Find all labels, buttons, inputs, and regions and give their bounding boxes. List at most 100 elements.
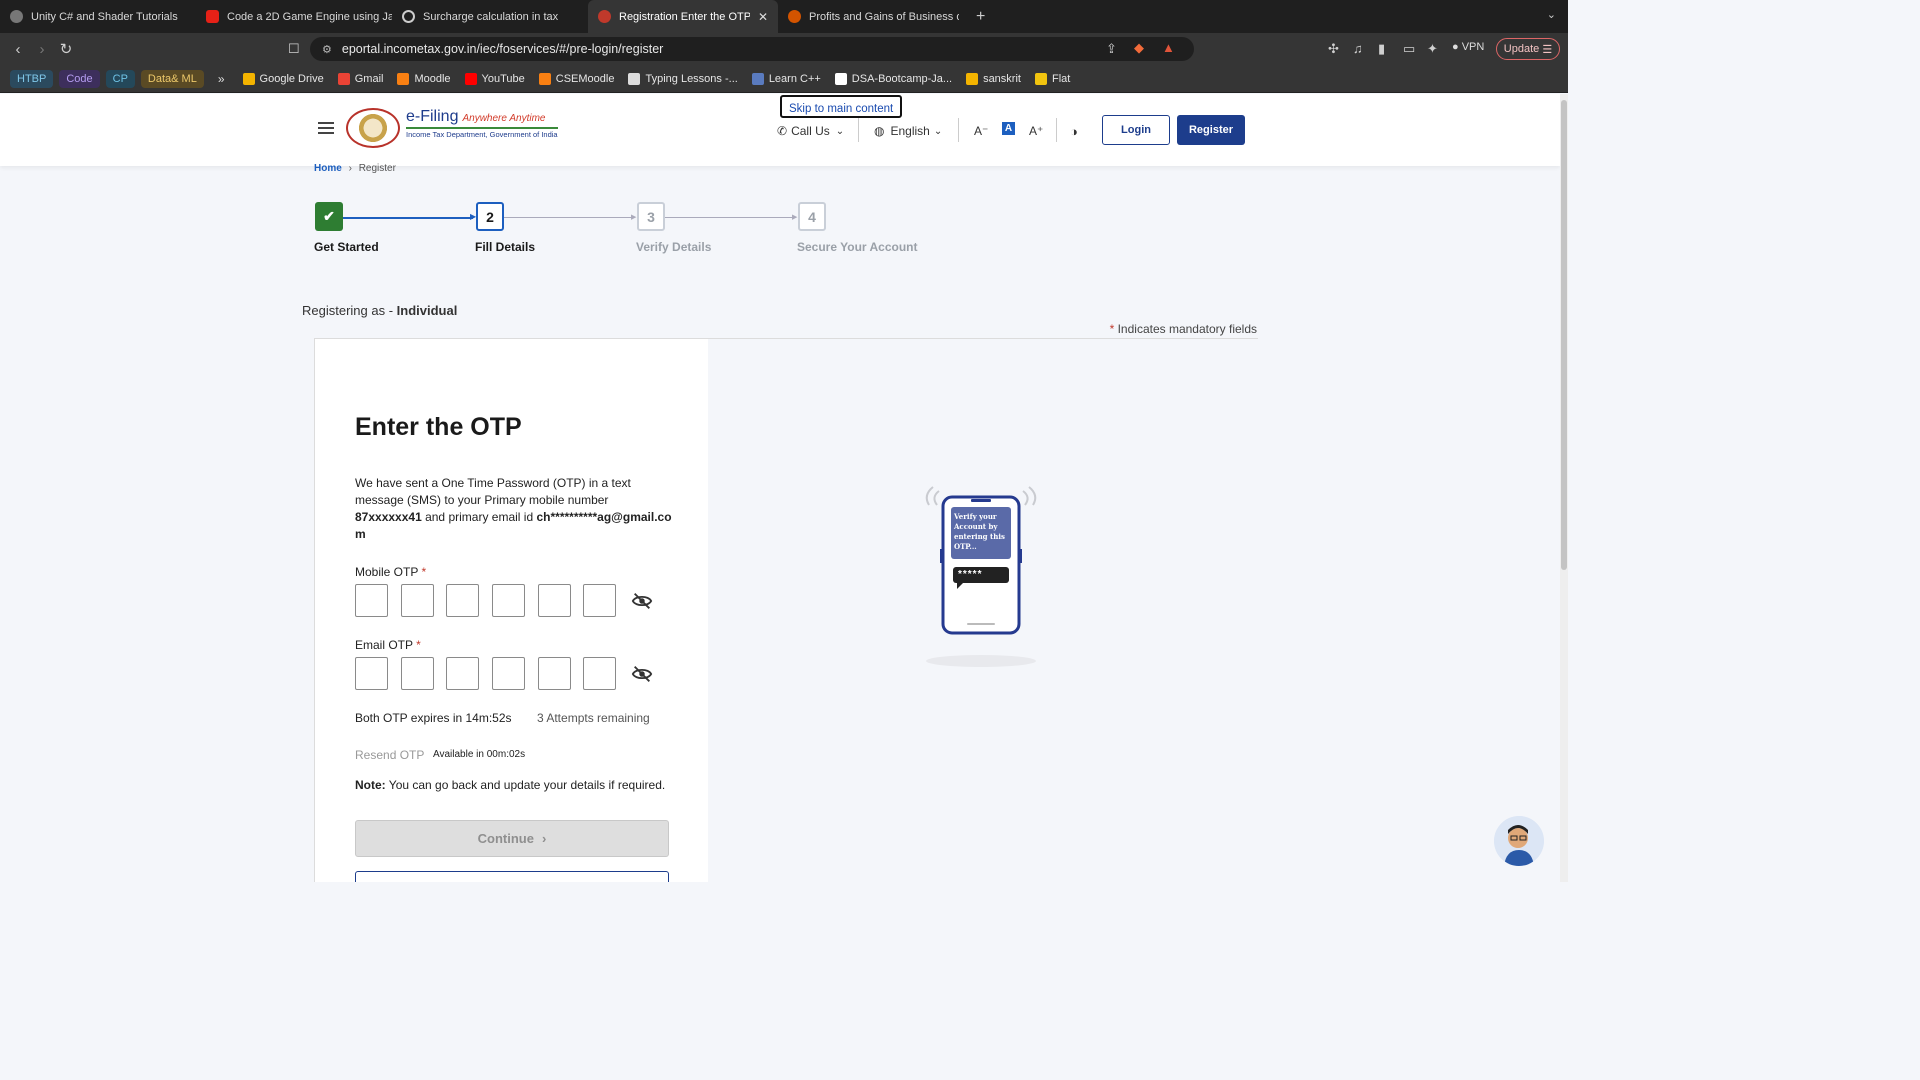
- skip-to-main-link[interactable]: Skip to main content: [780, 95, 903, 118]
- email-otp-digit[interactable]: [492, 657, 526, 690]
- bookmark-item[interactable]: Gmail: [337, 72, 383, 85]
- phone-icon: ✆: [777, 124, 788, 138]
- vpn-label: VPN: [1461, 41, 1485, 53]
- contrast-icon[interactable]: ◑: [1070, 124, 1078, 139]
- site-settings-icon[interactable]: ⚙: [322, 43, 332, 56]
- media-icon[interactable]: ♫: [1353, 41, 1363, 56]
- brave-shields-icon[interactable]: ◆: [1134, 40, 1144, 56]
- efiling-logo[interactable]: e-Filing Anywhere Anytime Income Tax Depa…: [346, 108, 558, 148]
- increase-font-icon[interactable]: A⁺: [1029, 124, 1043, 138]
- resend-available-timer: Available in 00m:02s: [433, 749, 526, 760]
- bookmark-item[interactable]: Moodle: [397, 72, 451, 85]
- bookmark-favicon-icon: [242, 72, 255, 85]
- tab-list-chevron-icon[interactable]: ⌄: [1547, 8, 1556, 21]
- phone-otp-mask: *****: [958, 569, 983, 580]
- arrow-icon: ▶: [792, 214, 798, 221]
- breadcrumb-home-link[interactable]: Home: [314, 163, 342, 174]
- new-tab-icon[interactable]: +: [976, 8, 985, 26]
- checkmark-icon: ✔: [323, 208, 335, 224]
- decrease-font-icon[interactable]: A⁻: [974, 124, 988, 138]
- scrollbar-thumb[interactable]: [1561, 100, 1567, 570]
- back-icon[interactable]: ‹: [6, 41, 30, 58]
- bookmark-item[interactable]: sanskrit: [966, 72, 1021, 85]
- browser-tab[interactable]: Surcharge calculation in tax: [392, 0, 588, 33]
- resend-otp-link[interactable]: Resend OTP: [355, 748, 424, 762]
- bookmark-item[interactable]: Learn C++: [751, 72, 821, 85]
- tab-favicon-icon: [598, 10, 611, 23]
- mobile-otp-inputs: [355, 584, 653, 617]
- extensions-icon[interactable]: ✣: [1328, 41, 1339, 57]
- mobile-otp-digit[interactable]: [537, 584, 571, 617]
- bookmark-folder-cp[interactable]: CP: [105, 69, 135, 88]
- mandatory-note-text: Indicates mandatory fields: [1117, 322, 1257, 336]
- mobile-otp-label-text: Mobile OTP: [355, 565, 419, 579]
- bookmark-item[interactable]: Google Drive: [242, 72, 324, 85]
- call-us-dropdown[interactable]: ✆ Call Us ⌄: [777, 124, 844, 138]
- browser-tab[interactable]: Code a 2D Game Engine using Ja: [196, 0, 392, 33]
- step-label: Fill Details: [475, 240, 536, 254]
- step-connector: [343, 217, 473, 219]
- mobile-otp-digit[interactable]: [492, 584, 526, 617]
- email-otp-label-text: Email OTP: [355, 638, 413, 652]
- update-button[interactable]: Update ☰: [1496, 38, 1560, 60]
- browser-tab[interactable]: Unity C# and Shader Tutorials: [0, 0, 196, 33]
- continue-button[interactable]: Continue ›: [355, 820, 669, 857]
- eye-off-icon[interactable]: [631, 663, 653, 685]
- bookmark-item[interactable]: Typing Lessons -...: [628, 72, 738, 85]
- leo-ai-icon[interactable]: ✦: [1427, 41, 1438, 57]
- otp-desc-text: and primary email id: [421, 510, 537, 524]
- bookmark-page-icon[interactable]: ☐: [288, 41, 300, 57]
- back-button[interactable]: [355, 871, 669, 882]
- registering-type: Individual: [396, 303, 458, 318]
- tab-title: Unity C# and Shader Tutorials: [31, 10, 178, 23]
- language-dropdown[interactable]: ◍ English ⌄: [874, 124, 942, 138]
- divider: [958, 118, 959, 142]
- otp-description: We have sent a One Time Password (OTP) i…: [355, 475, 675, 543]
- email-otp-digit[interactable]: [355, 657, 388, 690]
- bookmark-label: Moodle: [414, 72, 451, 85]
- default-font-icon[interactable]: A: [1002, 122, 1015, 135]
- bookmark-item[interactable]: Flat: [1034, 72, 1070, 85]
- menu-icon[interactable]: [318, 122, 334, 137]
- email-otp-digit[interactable]: [583, 657, 617, 690]
- close-tab-icon[interactable]: ✕: [750, 10, 768, 24]
- register-button[interactable]: Register: [1177, 115, 1245, 145]
- forward-icon[interactable]: ›: [30, 41, 54, 58]
- url-bar[interactable]: ⚙ eportal.incometax.gov.in/iec/foservice…: [310, 37, 1194, 61]
- chatbot-avatar[interactable]: [1494, 816, 1544, 866]
- more-bookmarks-icon[interactable]: »: [218, 72, 225, 86]
- assistant-avatar-icon: [1494, 816, 1544, 866]
- brave-rewards-icon[interactable]: ▲: [1162, 40, 1175, 55]
- wallet-icon[interactable]: ▭: [1403, 41, 1415, 57]
- bookmark-folder-code[interactable]: Code: [59, 69, 100, 88]
- bookmark-folder-data-ml[interactable]: Data& ML: [140, 69, 204, 88]
- mobile-otp-digit[interactable]: [583, 584, 617, 617]
- eye-off-icon[interactable]: [631, 590, 653, 612]
- mandatory-note: * Indicates mandatory fields: [1109, 322, 1257, 336]
- bookmark-item[interactable]: YouTube: [464, 72, 525, 85]
- bookmark-label: YouTube: [481, 72, 525, 85]
- email-otp-label: Email OTP *: [355, 638, 421, 652]
- vpn-button[interactable]: ● VPN: [1452, 41, 1484, 53]
- bookmark-item[interactable]: DSA-Bootcamp-Ja...: [834, 72, 952, 85]
- browser-tab-active[interactable]: Registration Enter the OTP, In ✕: [588, 0, 778, 33]
- login-button[interactable]: Login: [1102, 115, 1170, 145]
- mobile-otp-digit[interactable]: [400, 584, 434, 617]
- mobile-otp-digit[interactable]: [355, 584, 388, 617]
- mobile-otp-digit[interactable]: [446, 584, 480, 617]
- bookmark-item[interactable]: CSEMoodle: [538, 72, 614, 85]
- browser-tab[interactable]: Profits and Gains of Business or P: [778, 0, 970, 33]
- sidebar-icon[interactable]: ▮: [1378, 41, 1385, 57]
- bookmark-favicon-icon: [628, 72, 641, 85]
- divider: [1056, 118, 1057, 142]
- step-label: Secure Your Account: [797, 240, 918, 254]
- email-otp-digit[interactable]: [537, 657, 571, 690]
- continue-label: Continue: [477, 831, 534, 846]
- email-otp-digit[interactable]: [400, 657, 434, 690]
- logo-main-text: e-Filing: [406, 108, 459, 125]
- bookmark-folder-htbp[interactable]: HTBP: [10, 69, 54, 88]
- email-otp-digit[interactable]: [446, 657, 480, 690]
- step-label: Verify Details: [636, 240, 712, 254]
- reload-icon[interactable]: ↻: [54, 40, 78, 58]
- share-icon[interactable]: ⇪: [1106, 41, 1117, 57]
